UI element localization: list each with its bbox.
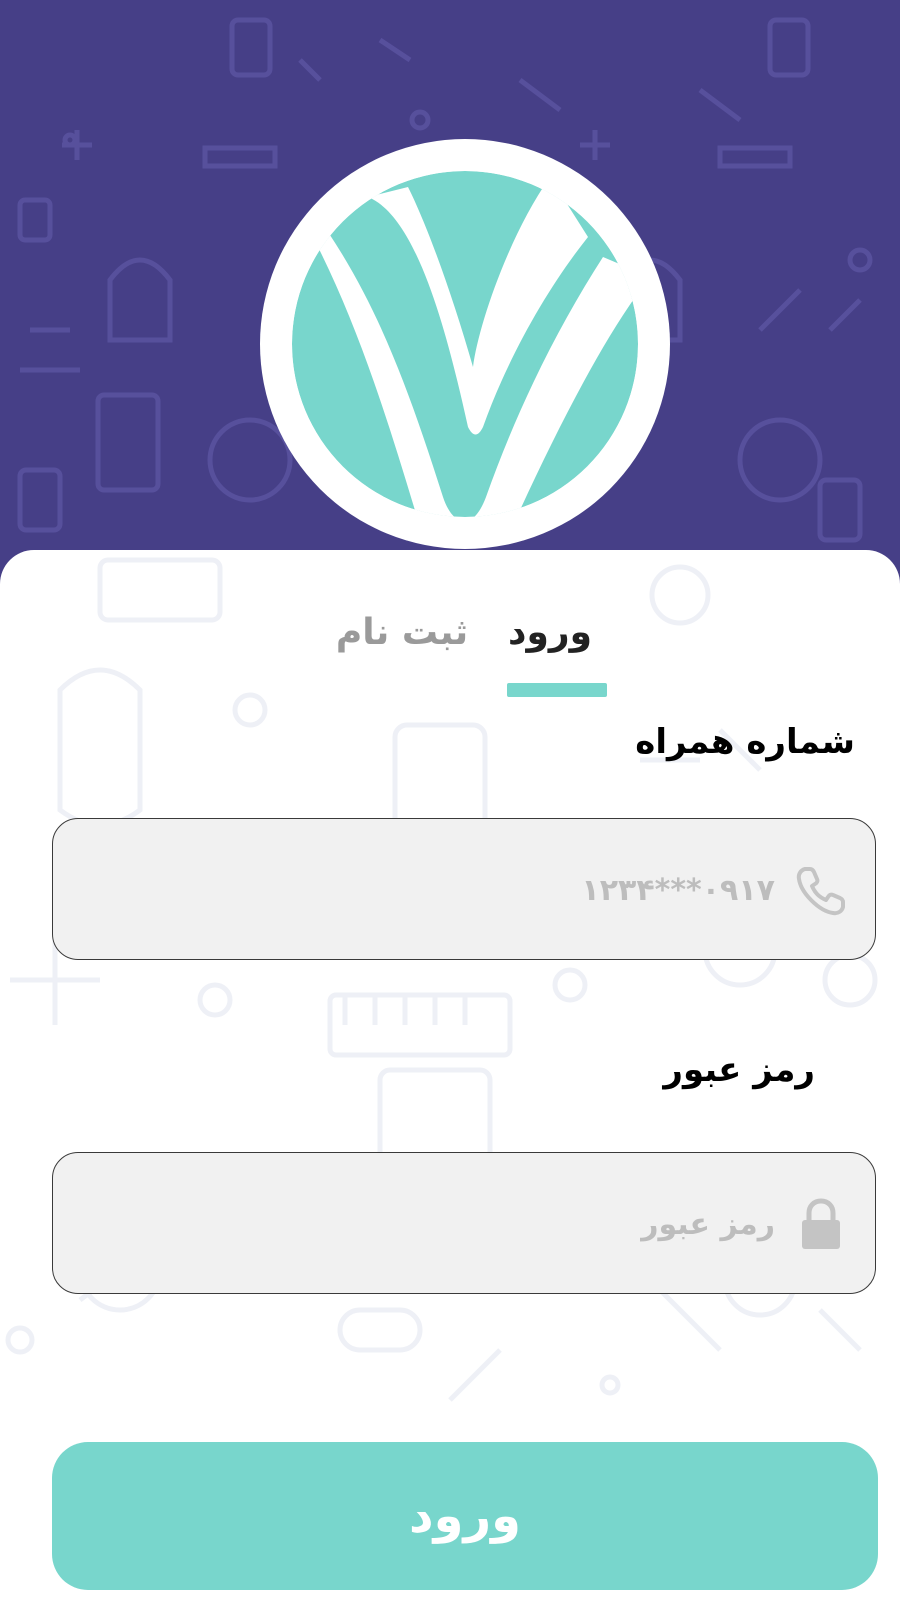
auth-tabs: ورود ثبت نام: [0, 605, 900, 705]
phone-input[interactable]: [83, 819, 777, 961]
password-field[interactable]: [52, 1152, 876, 1295]
password-label: رمز عبور: [663, 1050, 815, 1090]
password-input[interactable]: [83, 1153, 777, 1295]
phone-field[interactable]: [52, 818, 876, 961]
tab-register[interactable]: ثبت نام: [330, 605, 474, 661]
logo-icon: [260, 139, 670, 549]
login-screen: ورود ثبت نام شماره همراه رمز عبور ورود: [0, 0, 900, 1600]
lock-icon: [802, 1198, 840, 1249]
phone-label: شماره همراه: [635, 722, 855, 762]
phone-icon: [796, 867, 845, 916]
tab-login[interactable]: ورود: [498, 605, 602, 661]
active-tab-indicator: [507, 683, 607, 697]
login-submit-button[interactable]: ورود: [52, 1442, 878, 1590]
login-card: ورود ثبت نام شماره همراه رمز عبور ورود: [0, 550, 900, 1600]
header-banner: [0, 0, 900, 600]
